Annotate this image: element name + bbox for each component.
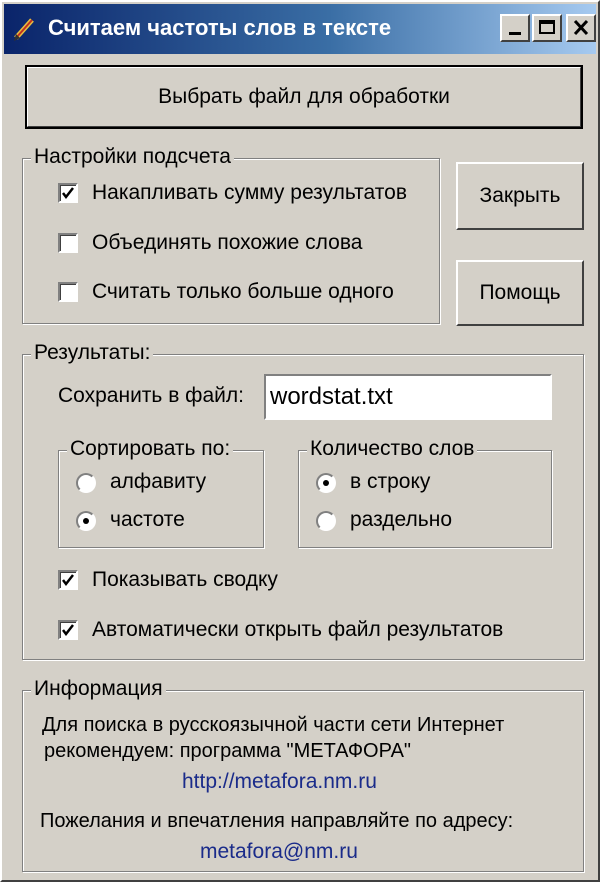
count-inline-radio[interactable]: [316, 473, 336, 493]
close-button[interactable]: [566, 14, 596, 42]
sort-group: Сортировать по:: [58, 437, 264, 548]
pen-icon: [12, 16, 38, 42]
maximize-icon: [539, 20, 555, 34]
sort-alphabet-label[interactable]: алфавиту: [110, 470, 206, 494]
sort-alphabet-radio[interactable]: [76, 473, 96, 493]
window-title: Считаем частоты слов в тексте: [48, 15, 392, 40]
merge-similar-checkbox[interactable]: [58, 233, 78, 253]
accumulate-label[interactable]: Накапливать сумму результатов: [92, 181, 407, 205]
count-inline-label[interactable]: в строку: [350, 470, 430, 494]
info-legend: Информация: [31, 677, 166, 701]
sort-legend: Сортировать по:: [67, 437, 234, 461]
sort-frequency-radio[interactable]: [76, 511, 96, 531]
website-link[interactable]: http://metafora.nm.ru: [182, 770, 377, 794]
count-separate-radio[interactable]: [316, 511, 336, 531]
count-group: Количество слов: [298, 437, 552, 548]
auto-open-checkbox[interactable]: [58, 620, 78, 640]
save-file-label: Сохранить в файл:: [58, 384, 244, 407]
settings-legend: Настройки подсчета: [31, 145, 234, 169]
check-icon: [62, 574, 74, 587]
maximize-button[interactable]: [532, 14, 562, 42]
results-legend: Результаты:: [31, 341, 154, 365]
radio-dot-icon: [83, 518, 89, 524]
minimize-icon: [509, 32, 521, 35]
count-separate-label[interactable]: раздельно: [350, 508, 452, 532]
close-app-button[interactable]: Закрыть: [456, 162, 584, 230]
count-more-than-one-checkbox[interactable]: [58, 282, 78, 302]
title-bar[interactable]: Считаем частоты слов в тексте: [4, 4, 596, 54]
minimize-button[interactable]: [500, 14, 530, 42]
app-window: Считаем частоты слов в тексте Выбрать фа…: [0, 0, 600, 882]
select-file-button[interactable]: Выбрать файл для обработки: [25, 65, 583, 129]
info-line-2: рекомендуем: программа "МЕТАФОРА": [44, 740, 412, 762]
auto-open-label[interactable]: Автоматически открыть файл результатов: [92, 618, 503, 642]
count-more-than-one-label[interactable]: Считать только больше одного: [92, 280, 394, 304]
show-summary-checkbox[interactable]: [58, 570, 78, 590]
help-button[interactable]: Помощь: [456, 260, 584, 326]
check-icon: [62, 624, 74, 637]
count-legend: Количество слов: [307, 437, 478, 461]
accumulate-checkbox[interactable]: [58, 183, 78, 203]
save-file-input[interactable]: wordstat.txt: [264, 374, 552, 420]
info-line-3: Пожелания и впечатления направляйте по а…: [40, 810, 514, 832]
info-line-1: Для поиска в русскоязычной части сети Ин…: [42, 714, 505, 736]
sort-frequency-label[interactable]: частоте: [110, 508, 185, 532]
radio-dot-icon: [323, 480, 329, 486]
check-icon: [62, 187, 74, 200]
merge-similar-label[interactable]: Объединять похожие слова: [92, 231, 362, 255]
show-summary-label[interactable]: Показывать сводку: [92, 568, 278, 592]
close-icon: [573, 19, 589, 36]
email-link[interactable]: metafora@nm.ru: [200, 840, 358, 864]
